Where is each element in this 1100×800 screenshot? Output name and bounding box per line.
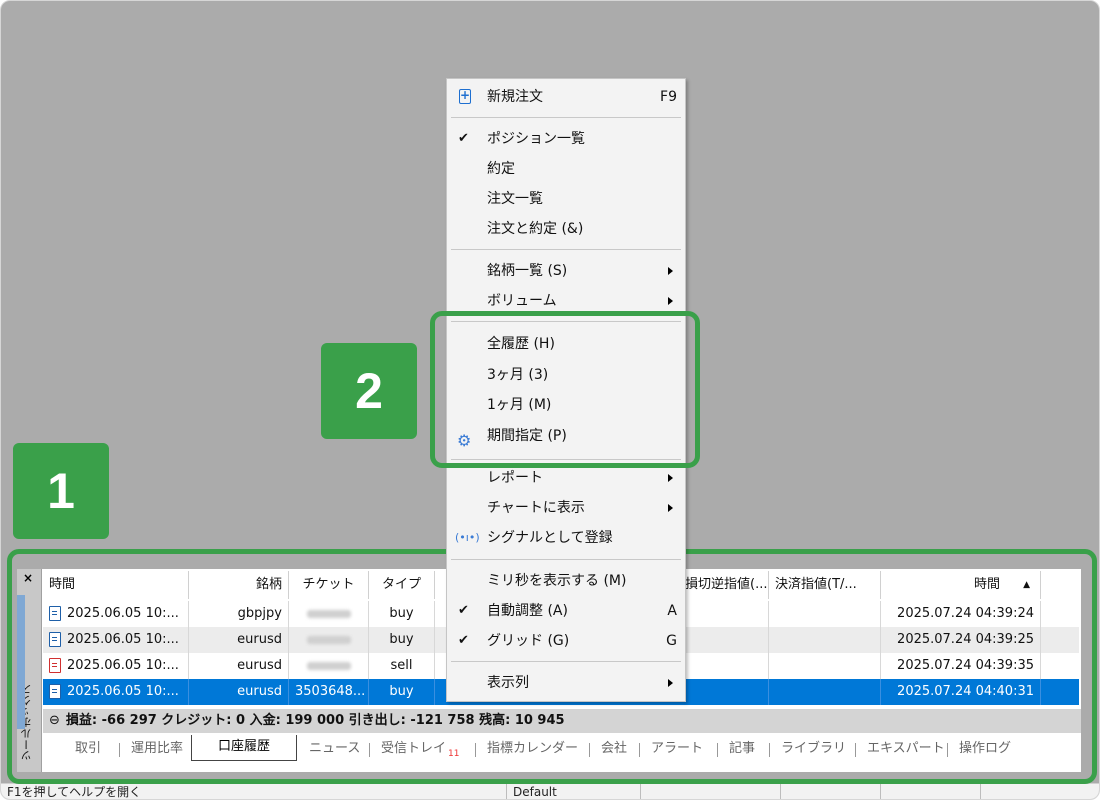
submenu-arrow-icon xyxy=(668,474,673,482)
step-badge-2: 2 xyxy=(321,343,417,439)
menu-item-show-milliseconds[interactable]: ミリ秒を表示する (M) xyxy=(447,567,685,595)
check-icon: ✔ xyxy=(458,633,469,648)
menu-item-positions[interactable]: ✔ ポジション一覧 xyxy=(447,125,685,153)
submenu-arrow-icon xyxy=(668,297,673,305)
menu-item-register-signal[interactable]: (•ı•) シグナルとして登録 xyxy=(447,524,685,552)
step-badge-1: 1 xyxy=(13,443,109,539)
signal-icon: (•ı•) xyxy=(455,531,480,544)
menu-item-show-on-chart[interactable]: チャートに表示 xyxy=(447,494,685,522)
menu-item-auto-arrange[interactable]: ✔ 自動調整 (A) A xyxy=(447,597,685,625)
menu-item-symbols[interactable]: 銘柄一覧 (S) xyxy=(447,257,685,285)
menu-item-orders[interactable]: 注文一覧 xyxy=(447,185,685,213)
submenu-arrow-icon xyxy=(668,504,673,512)
menu-item-columns[interactable]: 表示列 xyxy=(447,669,685,697)
check-icon: ✔ xyxy=(458,603,469,618)
menu-item-report[interactable]: レポート xyxy=(447,464,685,492)
menu-item-grid[interactable]: ✔ グリッド (G) G xyxy=(447,627,685,655)
menu-item-deals[interactable]: 約定 xyxy=(447,155,685,183)
status-help: F1を押してヘルプを開く xyxy=(1,784,507,799)
status-bar: F1を押してヘルプを開く Default xyxy=(1,783,1099,799)
menu-item-new-order[interactable]: + 新規注文 F9 xyxy=(447,83,685,111)
status-profile: Default xyxy=(507,784,641,799)
new-order-icon: + xyxy=(459,88,471,104)
highlight-box-2 xyxy=(430,311,700,468)
app-window: × ツールボックス 時間 銘柄 チケット タイプ 損切逆指値(... 決済指値(… xyxy=(0,0,1100,800)
submenu-arrow-icon xyxy=(668,267,673,275)
menu-item-orders-and-deals[interactable]: 注文と約定 (&) xyxy=(447,215,685,243)
check-icon: ✔ xyxy=(458,131,469,146)
submenu-arrow-icon xyxy=(668,679,673,687)
